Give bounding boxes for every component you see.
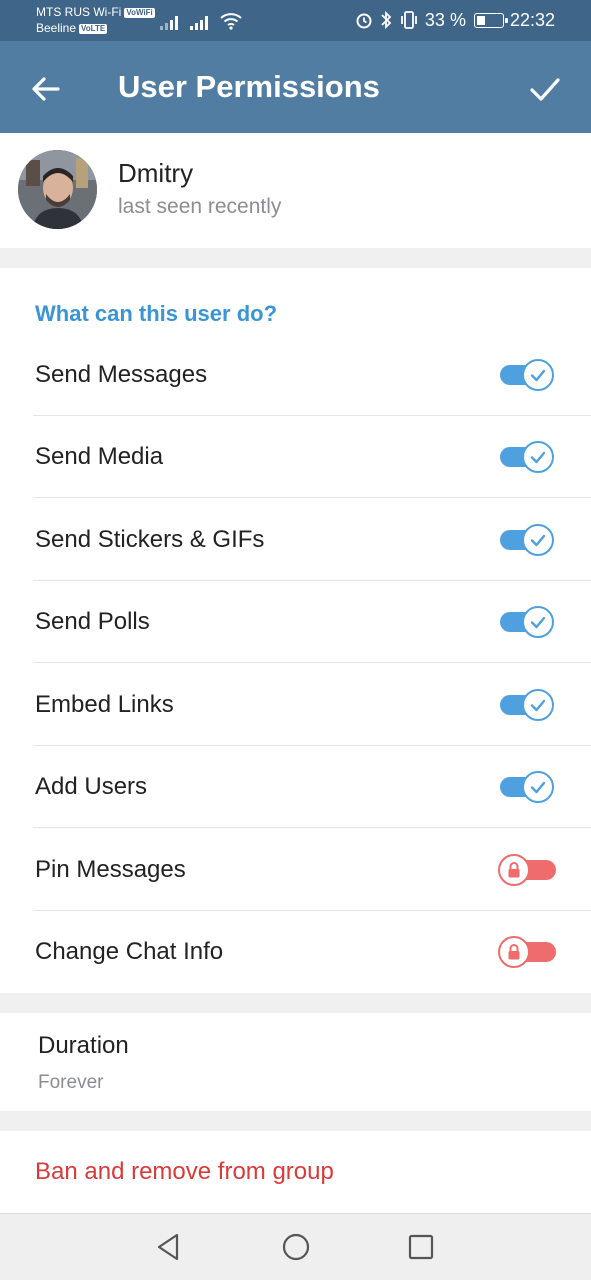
- carrier-2: Beeline: [36, 21, 77, 35]
- duration-label: Duration: [38, 1032, 129, 1059]
- toggle-switch[interactable]: [498, 853, 556, 887]
- permission-label: Send Stickers & GIFs: [35, 526, 265, 553]
- permissions-section: What can this user do? Send Messages Sen…: [0, 268, 591, 993]
- bluetooth-icon: [381, 10, 392, 30]
- carrier-info: MTS RUS Wi-Fi VoWiFi Beeline VoLTE: [36, 4, 155, 36]
- permission-label: Change Chat Info: [35, 938, 224, 965]
- nav-home-icon[interactable]: [280, 1231, 312, 1263]
- battery-icon: [473, 12, 508, 28]
- vibrate-icon: [401, 11, 417, 29]
- permission-label: Send Messages: [35, 361, 208, 388]
- check-icon: [530, 534, 546, 547]
- user-card[interactable]: Dmitry last seen recently: [0, 133, 591, 248]
- ban-button[interactable]: Ban and remove from group: [0, 1131, 591, 1213]
- carrier-1-badge: VoWiFi: [124, 8, 155, 18]
- permission-label: Send Polls: [35, 608, 150, 635]
- permission-label: Pin Messages: [35, 856, 186, 883]
- toggle-switch[interactable]: [498, 935, 556, 969]
- status-bar: MTS RUS Wi-Fi VoWiFi Beeline VoLTE 33 % 22…: [0, 0, 591, 41]
- carrier-1: MTS RUS Wi-Fi: [36, 5, 122, 19]
- permission-row-send-messages[interactable]: Send Messages: [0, 334, 591, 416]
- signal-icon: [160, 14, 178, 30]
- lock-icon: [508, 944, 520, 960]
- lock-icon: [508, 862, 520, 878]
- toggle-switch[interactable]: [498, 605, 554, 639]
- permission-label: Send Media: [35, 443, 164, 470]
- nav-back-icon[interactable]: [153, 1231, 185, 1263]
- wifi-icon: [220, 13, 242, 30]
- page-title: User Permissions: [118, 69, 380, 104]
- toggle-switch[interactable]: [498, 770, 554, 804]
- toggle-switch[interactable]: [498, 523, 554, 557]
- user-status: last seen recently: [118, 195, 282, 218]
- duration-value: Forever: [38, 1072, 104, 1093]
- arrow-back-icon[interactable]: [28, 71, 64, 107]
- check-icon: [530, 451, 546, 464]
- permission-row-send-stickers[interactable]: Send Stickers & GIFs: [0, 499, 591, 581]
- app-bar: User Permissions: [0, 41, 591, 133]
- signal-indicators: [160, 12, 242, 30]
- system-nav-bar: [0, 1213, 591, 1280]
- toggle-switch[interactable]: [498, 440, 554, 474]
- permission-row-add-users[interactable]: Add Users: [0, 746, 591, 828]
- check-icon: [530, 699, 546, 712]
- toggle-switch[interactable]: [498, 688, 554, 722]
- check-icon: [530, 616, 546, 629]
- toggle-switch[interactable]: [498, 358, 554, 392]
- permission-label: Add Users: [35, 773, 148, 800]
- permission-label: Embed Links: [35, 691, 174, 718]
- avatar[interactable]: [18, 150, 97, 229]
- user-name: Dmitry: [118, 158, 194, 188]
- permission-row-pin-messages[interactable]: Pin Messages: [0, 829, 591, 911]
- permission-row-send-polls[interactable]: Send Polls: [0, 581, 591, 663]
- clock: 22:32: [509, 10, 555, 30]
- status-right: 33 % 22:32: [355, 9, 555, 31]
- permission-row-change-chat-info[interactable]: Change Chat Info: [0, 911, 591, 993]
- battery-percent: 33 %: [424, 10, 466, 30]
- signal-icon: [190, 14, 208, 30]
- duration-row[interactable]: Duration Forever: [0, 1013, 591, 1111]
- nav-recents-icon[interactable]: [405, 1231, 437, 1263]
- checkmark-icon[interactable]: [527, 71, 563, 107]
- alarm-icon: [356, 13, 372, 29]
- check-icon: [530, 369, 546, 382]
- permission-row-embed-links[interactable]: Embed Links: [0, 664, 591, 746]
- permission-row-send-media[interactable]: Send Media: [0, 416, 591, 498]
- check-icon: [530, 781, 546, 794]
- ban-label: Ban and remove from group: [35, 1158, 334, 1185]
- carrier-2-badge: VoLTE: [79, 24, 108, 34]
- section-header: What can this user do?: [35, 301, 278, 326]
